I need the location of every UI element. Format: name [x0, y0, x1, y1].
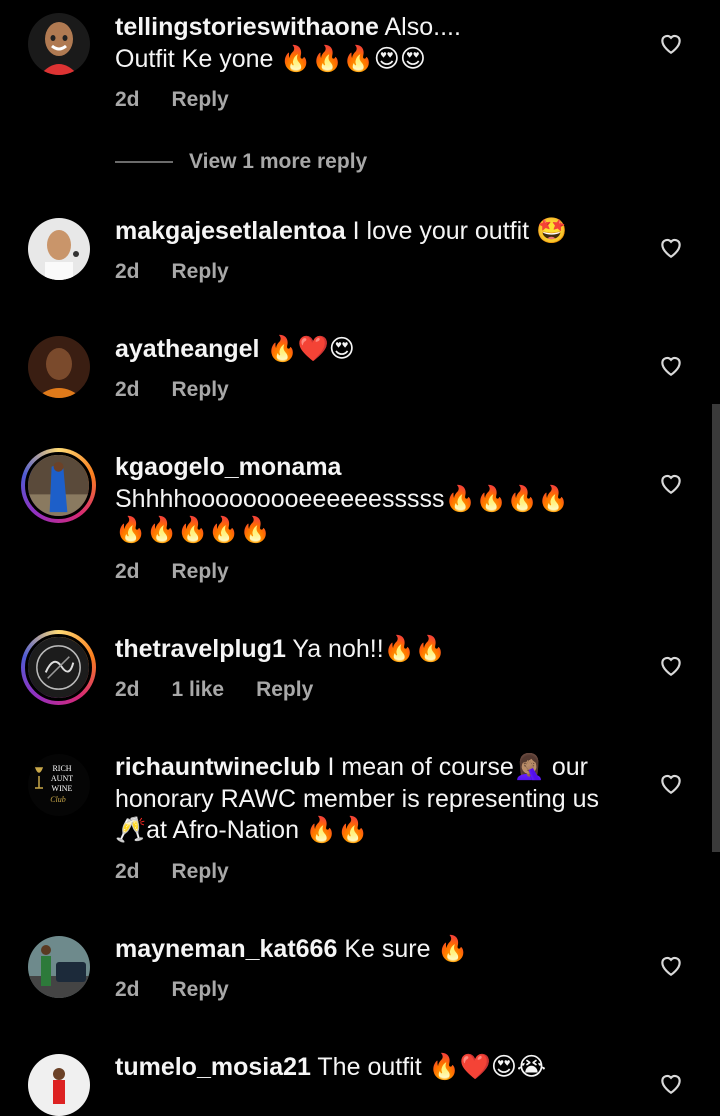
avatar-photo-icon: [28, 455, 89, 516]
comment-meta: 2d Reply: [115, 378, 261, 402]
comment-text-line3: 🔥🔥🔥🔥🔥: [115, 516, 271, 544]
avatar-photo-icon: [28, 936, 90, 998]
comment-username[interactable]: mayneman_kat666: [115, 935, 337, 963]
comment-text: Ke sure 🔥: [337, 935, 469, 963]
comment-meta: 2d 1 like Reply: [115, 678, 345, 702]
comment-meta: 2d Reply: [115, 860, 261, 884]
comment-body: thetravelplug1 Ya noh!!🔥🔥: [115, 634, 655, 666]
reply-button[interactable]: Reply: [172, 260, 229, 283]
comment-username[interactable]: tellingstorieswithaone: [115, 13, 379, 41]
comment-meta: 2d Reply: [115, 260, 261, 284]
comment-text-line3: 🥂at Afro-Nation 🔥🔥: [115, 816, 369, 844]
avatar[interactable]: [28, 336, 90, 398]
avatar: [25, 634, 92, 701]
comment-username[interactable]: tumelo_mosia21: [115, 1053, 311, 1081]
comment-body: ayatheangel 🔥❤️😍: [115, 334, 655, 366]
reply-button[interactable]: Reply: [172, 560, 229, 583]
comment-username[interactable]: thetravelplug1: [115, 635, 286, 663]
view-more-label: View 1 more reply: [189, 150, 368, 173]
comment-age: 2d: [115, 678, 140, 701]
comment-age: 2d: [115, 378, 140, 401]
avatar[interactable]: [28, 218, 90, 280]
scrollbar[interactable]: [712, 404, 720, 852]
avatar-photo-icon: [28, 1054, 90, 1116]
comment-age: 2d: [115, 260, 140, 283]
avatar[interactable]: [28, 13, 90, 75]
reply-button[interactable]: Reply: [172, 978, 229, 1001]
avatar[interactable]: [28, 936, 90, 998]
avatar-photo-icon: [28, 218, 90, 280]
comment-body: tumelo_mosia21 The outfit 🔥❤️😍😭: [115, 1052, 655, 1084]
comment-text-line2: honorary RAWC member is representing us: [115, 784, 599, 813]
avatar-photo-icon: [28, 336, 90, 398]
likes-count[interactable]: 1 like: [172, 678, 225, 701]
svg-text:AUNT: AUNT: [51, 774, 73, 783]
comment-text-line2: Shhhhooooooooeeeeeesssss🔥🔥🔥🔥: [115, 484, 569, 513]
comment-meta: 2d Reply: [115, 978, 261, 1002]
comment-text: I mean of course🤦🏽‍♀️ our: [320, 753, 588, 781]
comment-age: 2d: [115, 860, 140, 883]
avatar-bitmoji-icon: [28, 13, 90, 75]
comment-text: I love your outfit 🤩: [345, 217, 568, 245]
comment-age: 2d: [115, 88, 140, 111]
comment-username[interactable]: richauntwineclub: [115, 753, 321, 781]
comment-username[interactable]: makgajesetlalentoa: [115, 217, 346, 245]
avatar-story-ring[interactable]: [21, 630, 96, 705]
avatar[interactable]: RICH AUNT WINE Club: [28, 754, 90, 816]
comment-body: richauntwineclub I mean of course🤦🏽‍♀️ o…: [115, 752, 655, 847]
comment-meta: 2d Reply: [115, 560, 261, 584]
comment-body: makgajesetlalentoa I love your outfit 🤩: [115, 216, 655, 248]
comment-text: Also....: [378, 13, 461, 41]
reply-button[interactable]: Reply: [172, 378, 229, 401]
like-heart-icon[interactable]: [658, 952, 684, 978]
like-heart-icon[interactable]: [658, 30, 684, 56]
avatar-story-ring[interactable]: [21, 448, 96, 523]
reply-button[interactable]: Reply: [172, 860, 229, 883]
comment-username[interactable]: ayatheangel: [115, 335, 260, 363]
comment-username[interactable]: kgaogelo_monama: [115, 453, 341, 481]
like-heart-icon[interactable]: [658, 652, 684, 678]
like-heart-icon[interactable]: [658, 770, 684, 796]
comment-text-line2: Outfit Ke yone 🔥🔥🔥😍😍: [115, 44, 426, 73]
comment-body: kgaogelo_monama Shhhhooooooooeeeeeesssss…: [115, 452, 655, 547]
comment-text: The outfit 🔥❤️😍😭: [310, 1053, 547, 1081]
like-heart-icon[interactable]: [658, 352, 684, 378]
avatar-logo-icon: [28, 637, 89, 698]
comment-age: 2d: [115, 978, 140, 1001]
comment-body: tellingstorieswithaone Also.... Outfit K…: [115, 12, 655, 75]
comment-meta: 2d Reply: [115, 88, 261, 112]
view-more-replies[interactable]: View 1 more reply: [115, 150, 367, 174]
like-heart-icon[interactable]: [658, 470, 684, 496]
like-heart-icon[interactable]: [658, 234, 684, 260]
comment-text: Ya noh!!🔥🔥: [285, 635, 446, 663]
avatar: [25, 452, 92, 519]
svg-text:WINE: WINE: [52, 784, 73, 793]
divider-line: [115, 161, 173, 163]
avatar[interactable]: [28, 1054, 90, 1116]
like-heart-icon[interactable]: [658, 1070, 684, 1096]
avatar-logo-icon: RICH AUNT WINE Club: [28, 754, 90, 816]
reply-button[interactable]: Reply: [172, 88, 229, 111]
avatar-logo-text: RICH: [52, 764, 71, 773]
svg-text:Club: Club: [50, 795, 66, 804]
comment-age: 2d: [115, 560, 140, 583]
reply-button[interactable]: Reply: [256, 678, 313, 701]
comment-text: 🔥❤️😍: [259, 335, 355, 363]
comment-body: mayneman_kat666 Ke sure 🔥: [115, 934, 655, 966]
